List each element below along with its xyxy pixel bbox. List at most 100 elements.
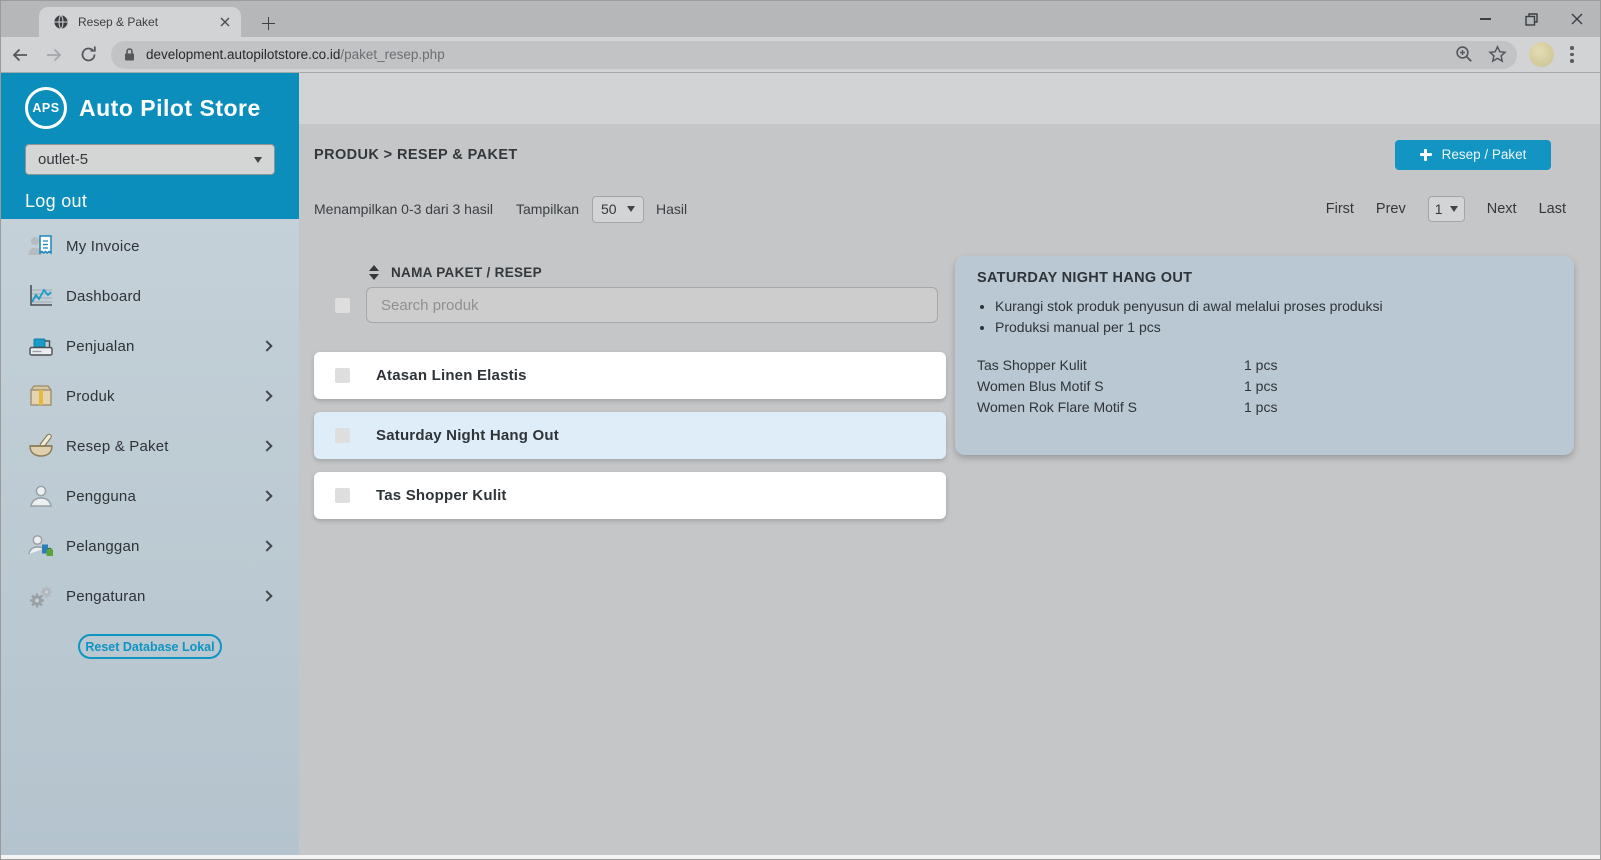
page-number-select[interactable]: 1 (1428, 196, 1465, 222)
component-qty: 1 pcs (1244, 376, 1277, 397)
sidebar-item-penjualan[interactable]: Penjualan (1, 321, 299, 371)
sort-icon (369, 265, 379, 280)
sidebar-item-dashboard[interactable]: Dashboard (1, 271, 299, 321)
mortar-pestle-icon (26, 431, 56, 461)
sidebar: APS Auto Pilot Store outlet-5 Log out (1, 73, 299, 859)
sidebar-item-label: Dashboard (66, 288, 141, 305)
add-resep-paket-button[interactable]: Resep / Paket (1395, 140, 1551, 170)
chevron-down-icon (254, 157, 262, 163)
page-size-select[interactable]: 50 (592, 196, 644, 223)
list-item-tas-shopper-kulit[interactable]: Tas Shopper Kulit (314, 472, 946, 519)
select-all-checkbox[interactable] (335, 298, 350, 313)
pagination-prev[interactable]: Prev (1376, 201, 1406, 217)
component-name: Women Rok Flare Motif S (977, 397, 1244, 418)
reload-button[interactable] (73, 40, 103, 70)
url-text: development.autopilotstore.co.id/paket_r… (146, 47, 445, 62)
sidebar-item-label: Pelanggan (66, 538, 140, 555)
back-button[interactable] (5, 40, 35, 70)
sidebar-item-label: Resep & Paket (66, 438, 169, 455)
page-size-value: 50 (601, 201, 617, 217)
address-bar[interactable]: development.autopilotstore.co.id/paket_r… (111, 41, 1517, 69)
zoom-icon[interactable] (1455, 45, 1474, 64)
plus-icon (1420, 149, 1432, 161)
chevron-right-icon (261, 340, 272, 351)
search-input[interactable] (366, 287, 938, 323)
minimize-button[interactable] (1462, 1, 1508, 37)
globe-favicon-icon (53, 14, 69, 30)
close-icon (1571, 13, 1583, 25)
pagination-next[interactable]: Next (1487, 201, 1517, 217)
reload-icon (79, 45, 98, 64)
detail-note: Kurangi stok produk penyusun di awal mel… (995, 296, 1552, 317)
chevron-right-icon (261, 440, 272, 451)
row-label: Tas Shopper Kulit (376, 487, 507, 504)
reset-database-button[interactable]: Reset Database Lokal (78, 634, 222, 659)
component-name: Women Blus Motif S (977, 376, 1244, 397)
gears-icon (26, 581, 56, 611)
sidebar-item-my-invoice[interactable]: My Invoice (1, 221, 299, 271)
tab-strip: Resep & Paket (1, 1, 1600, 37)
list-item-atasan-linen-elastis[interactable]: Atasan Linen Elastis (314, 352, 946, 399)
window-bottom-edge (1, 855, 1600, 859)
column-header-label: NAMA PAKET / RESEP (391, 265, 542, 280)
outlet-select-value: outlet-5 (38, 151, 88, 168)
browser-tab[interactable]: Resep & Paket (39, 7, 241, 37)
forward-icon (44, 45, 64, 65)
row-checkbox[interactable] (335, 368, 350, 383)
detail-title: SATURDAY NIGHT HANG OUT (977, 270, 1552, 286)
sidebar-item-produk[interactable]: Produk (1, 371, 299, 421)
pagination-first[interactable]: First (1326, 201, 1354, 217)
close-button[interactable] (1554, 1, 1600, 37)
user-icon (26, 481, 56, 511)
list-item-saturday-night-hang-out[interactable]: Saturday Night Hang Out (314, 412, 946, 459)
breadcrumb: PRODUK > RESEP & PAKET (314, 147, 518, 163)
browser-menu-icon[interactable] (1562, 43, 1582, 67)
chevron-right-icon (261, 590, 272, 601)
sidebar-header: APS Auto Pilot Store outlet-5 Log out (1, 73, 299, 219)
component-row: Women Blus Motif S 1 pcs (977, 376, 1552, 397)
minimize-icon (1480, 18, 1491, 20)
chevron-right-icon (261, 490, 272, 501)
sidebar-item-resep-paket[interactable]: Resep & Paket (1, 421, 299, 471)
main-content: PRODUK > RESEP & PAKET Resep / Paket Men… (299, 73, 1600, 859)
sidebar-item-pelanggan[interactable]: Pelanggan (1, 521, 299, 571)
forward-button[interactable] (39, 40, 69, 70)
lock-icon (123, 47, 136, 62)
back-icon (10, 45, 30, 65)
row-checkbox[interactable] (335, 488, 350, 503)
sidebar-item-label: Penjualan (66, 338, 135, 355)
tab-close-icon[interactable] (216, 14, 233, 31)
row-checkbox[interactable] (335, 428, 350, 443)
detail-panel: SATURDAY NIGHT HANG OUT Kurangi stok pro… (955, 256, 1574, 455)
chevron-down-icon (627, 206, 635, 212)
box-icon (26, 381, 56, 411)
tab-title: Resep & Paket (78, 15, 216, 29)
sidebar-item-label: My Invoice (66, 238, 140, 255)
cash-register-icon (26, 331, 56, 361)
column-header[interactable]: NAMA PAKET / RESEP (369, 265, 946, 280)
detail-note: Produksi manual per 1 pcs (995, 317, 1552, 338)
brand-title: Auto Pilot Store (79, 95, 261, 122)
restore-icon (1525, 13, 1538, 26)
pagination-last[interactable]: Last (1539, 201, 1566, 217)
logout-link[interactable]: Log out (25, 191, 275, 212)
sidebar-item-label: Pengaturan (66, 588, 146, 605)
window-controls (1462, 1, 1600, 37)
browser-toolbar: development.autopilotstore.co.id/paket_r… (1, 37, 1600, 73)
row-label: Atasan Linen Elastis (376, 367, 527, 384)
sidebar-item-pengguna[interactable]: Pengguna (1, 471, 299, 521)
new-tab-button[interactable] (255, 10, 281, 36)
component-qty: 1 pcs (1244, 355, 1277, 376)
row-label: Saturday Night Hang Out (376, 427, 559, 444)
aps-logo: APS (25, 87, 67, 129)
component-name: Tas Shopper Kulit (977, 355, 1244, 376)
browser-window: Resep & Paket (0, 0, 1601, 860)
profile-avatar[interactable] (1529, 42, 1554, 67)
dashboard-icon (26, 281, 56, 311)
chevron-right-icon (261, 390, 272, 401)
restore-button[interactable] (1508, 1, 1554, 37)
component-row: Women Rok Flare Motif S 1 pcs (977, 397, 1552, 418)
sidebar-item-pengaturan[interactable]: Pengaturan (1, 571, 299, 621)
bookmark-star-icon[interactable] (1488, 45, 1507, 64)
outlet-select[interactable]: outlet-5 (25, 144, 275, 175)
